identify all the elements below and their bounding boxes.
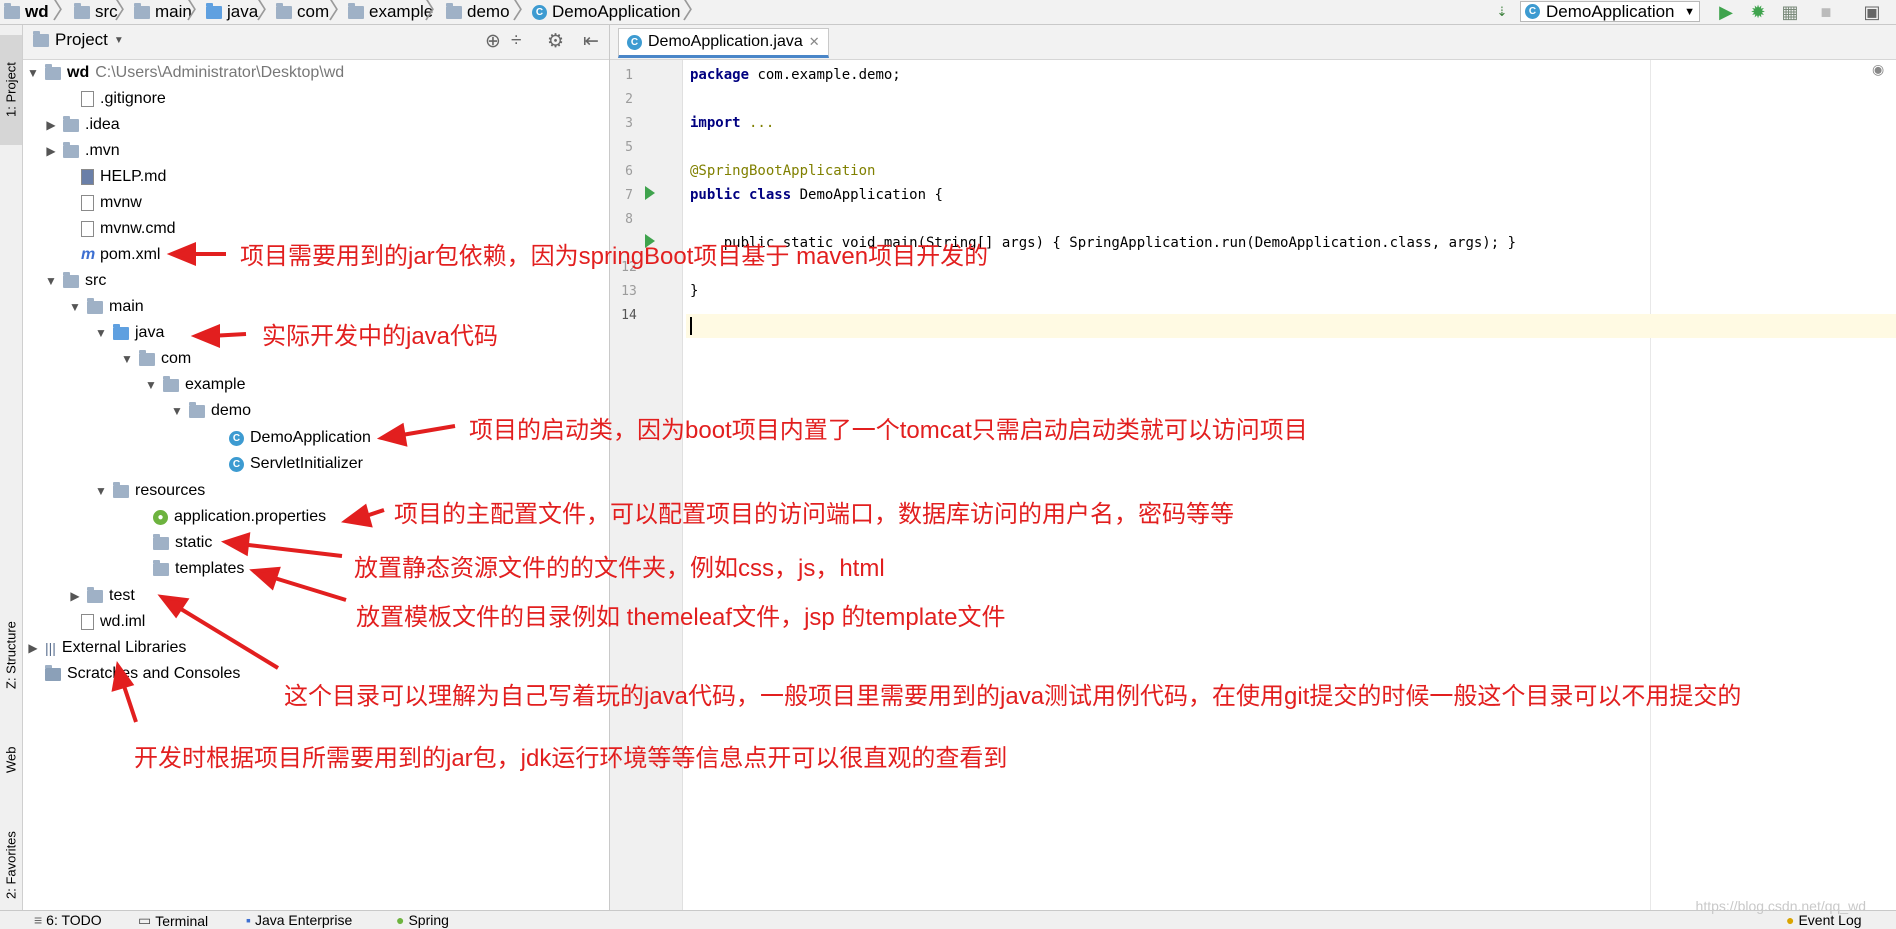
- annotation-test: 这个目录可以理解为自己写着玩的java代码，一般项目里需要用到的java测试用例…: [284, 683, 1742, 710]
- annotation-pom: 项目需要用到的jar包依赖，因为springBoot项目基于 maven项目开发…: [240, 243, 989, 270]
- event-log-icon: ●: [1786, 912, 1795, 928]
- annotation-java: 实际开发中的java代码: [262, 323, 499, 350]
- annotation-application-properties: 项目的主配置文件，可以配置项目的访问端口，数据库访问的用户名，密码等等: [394, 501, 1234, 528]
- annotation-templates: 放置模板文件的目录例如 themeleaf文件，jsp 的template文件: [356, 604, 1006, 631]
- watermark: https://blog.csdn.net/qq_wd: [1695, 898, 1866, 914]
- tab-java-enterprise[interactable]: ▪ Java Enterprise: [246, 912, 352, 928]
- java-enterprise-icon: ▪: [246, 912, 251, 928]
- list-icon: ≡: [34, 912, 43, 928]
- annotation-arrows: [111, 242, 456, 723]
- spring-icon: ●: [396, 912, 405, 928]
- annotation-external-libraries: 开发时根据项目所需要用到的jar包，jdk运行环境等等信息点开可以很直观的查看到: [134, 745, 1008, 772]
- annotation-demoapplication: 项目的启动类，因为boot项目内置了一个tomcat只需启动启动类就可以访问项目: [469, 417, 1308, 444]
- bottom-tool-bar: ≡ 6: TODO ▭ Terminal ▪ Java Enterprise ● Spr…: [0, 910, 1896, 929]
- tab-todo[interactable]: ≡ 6: TODO: [34, 912, 102, 928]
- tab-terminal[interactable]: ▭ Terminal: [138, 912, 208, 929]
- tab-spring[interactable]: ● Spring: [396, 912, 449, 928]
- tab-event-log[interactable]: ● Event Log: [1786, 912, 1862, 928]
- terminal-icon: ▭: [138, 912, 152, 928]
- annotation-static: 放置静态资源文件的的文件夹，例如css，js，html: [354, 555, 885, 582]
